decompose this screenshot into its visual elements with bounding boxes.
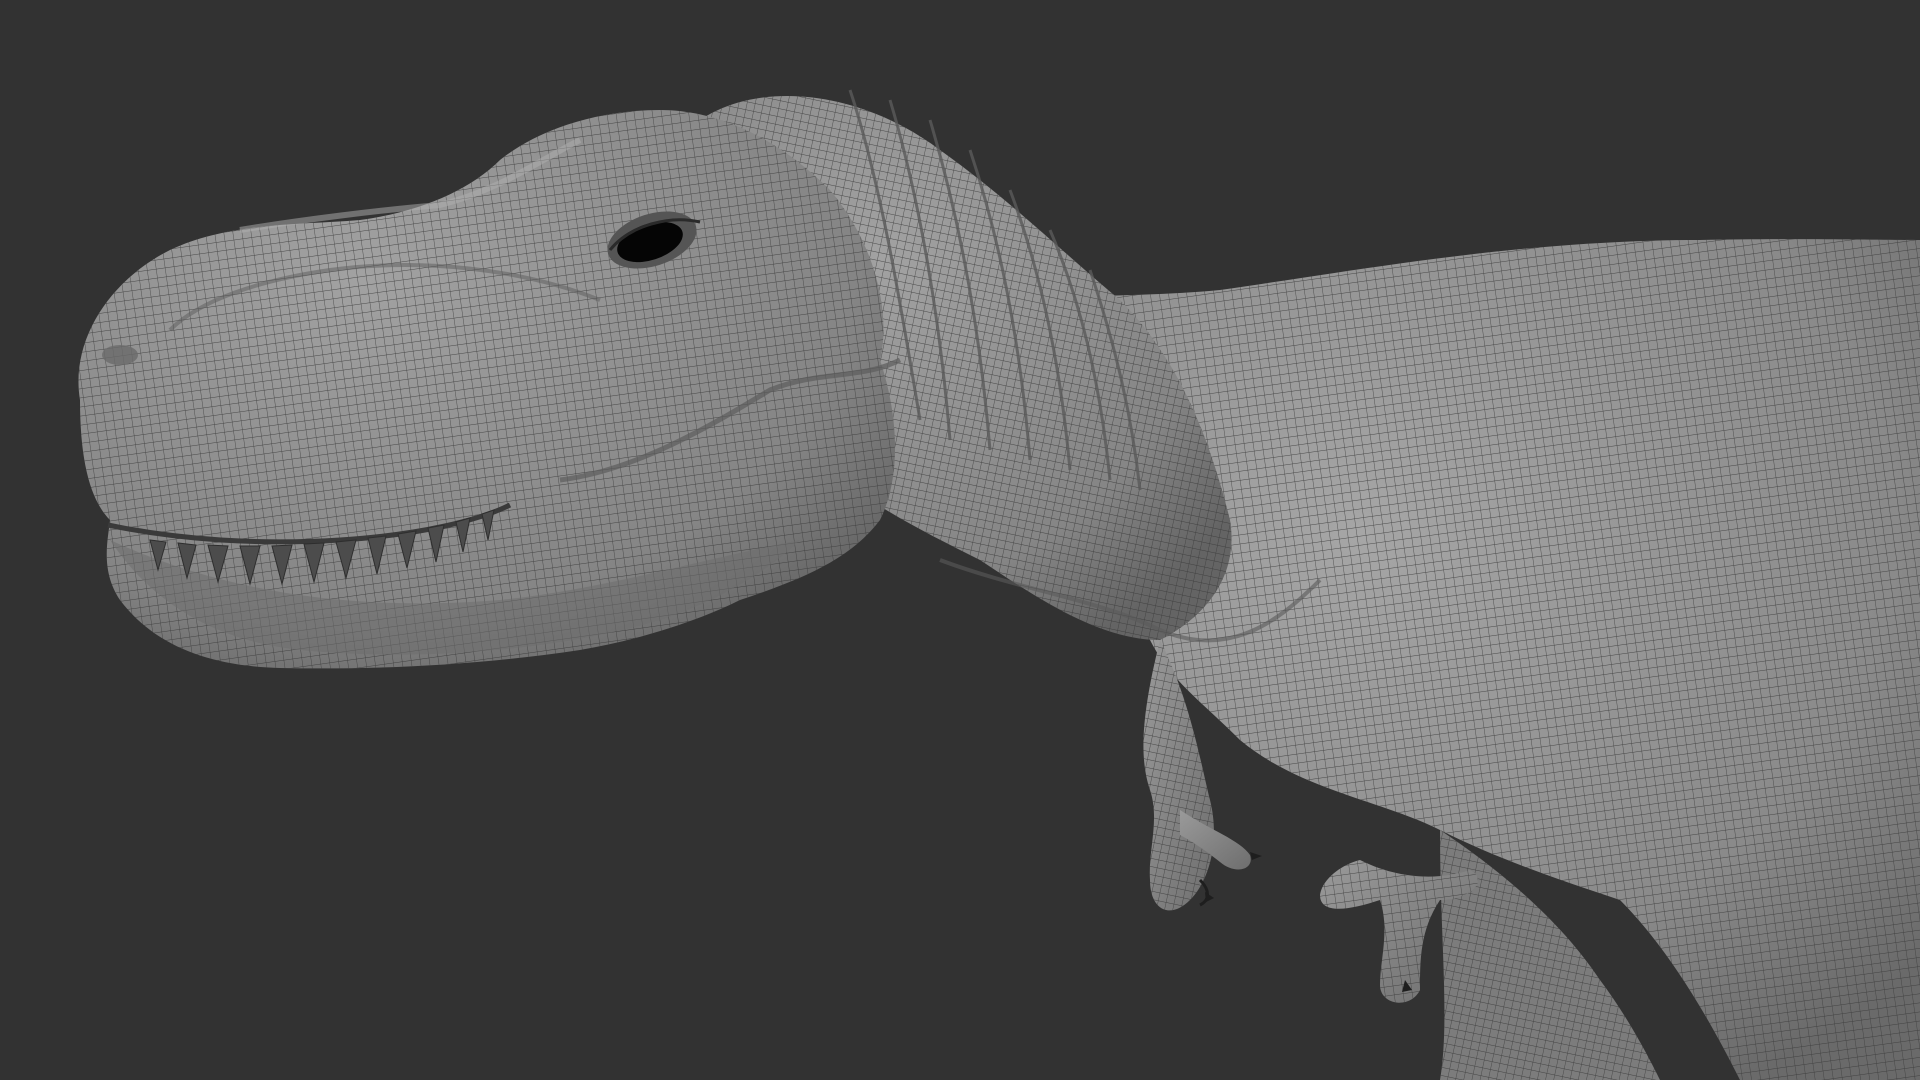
3d-viewport[interactable] [0,0,1920,1080]
head [78,110,902,669]
nostril [102,345,138,365]
claw [1205,892,1214,902]
model-render [78,89,1920,1080]
claw [1250,852,1262,860]
